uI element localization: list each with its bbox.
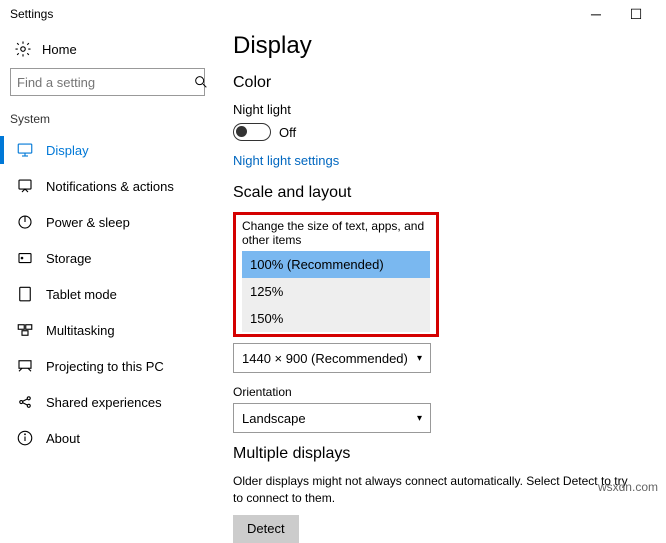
resolution-value: 1440 × 900 (Recommended) <box>242 351 408 366</box>
sidebar-item-label: About <box>46 431 80 446</box>
sidebar: Home System Display Notifications & acti… <box>0 28 215 500</box>
shared-icon <box>16 393 34 411</box>
sidebar-section-label: System <box>10 112 205 126</box>
page-title: Display <box>233 32 636 60</box>
watermark: wsxdn.com <box>598 480 658 494</box>
night-light-toggle[interactable] <box>233 123 271 141</box>
scale-option-150[interactable]: 150% <box>242 305 430 332</box>
search-field[interactable] <box>17 75 193 90</box>
sidebar-item-notifications[interactable]: Notifications & actions <box>10 168 205 204</box>
sidebar-item-label: Multitasking <box>46 323 115 338</box>
sidebar-home-label: Home <box>42 42 77 57</box>
content-panel: Display Color Night light Off Night ligh… <box>215 28 666 500</box>
sidebar-item-label: Shared experiences <box>46 395 162 410</box>
scale-option-100[interactable]: 100% (Recommended) <box>242 251 430 278</box>
sidebar-item-label: Projecting to this PC <box>46 359 164 374</box>
sidebar-item-tablet[interactable]: Tablet mode <box>10 276 205 312</box>
scale-label: Change the size of text, apps, and other… <box>242 219 430 247</box>
toggle-state-label: Off <box>279 125 296 140</box>
sidebar-item-projecting[interactable]: Projecting to this PC <box>10 348 205 384</box>
chevron-down-icon: ▾ <box>417 353 422 364</box>
multiple-displays-heading: Multiple displays <box>233 445 636 463</box>
resolution-select[interactable]: 1440 × 900 (Recommended) ▾ <box>233 343 431 373</box>
sidebar-home[interactable]: Home <box>10 34 205 68</box>
sidebar-item-label: Notifications & actions <box>46 179 174 194</box>
night-light-label: Night light <box>233 102 636 117</box>
night-light-settings-link[interactable]: Night light settings <box>233 153 339 168</box>
scale-dropdown-open[interactable]: 100% (Recommended) 125% 150% <box>242 251 430 332</box>
color-heading: Color <box>233 74 636 92</box>
tablet-icon <box>16 285 34 303</box>
about-icon <box>16 429 34 447</box>
maximize-button[interactable]: ☐ <box>616 3 656 25</box>
search-icon <box>193 74 209 90</box>
power-icon <box>16 213 34 231</box>
gear-icon <box>14 40 32 58</box>
chevron-down-icon: ▾ <box>417 413 422 424</box>
search-input[interactable] <box>10 68 205 96</box>
sidebar-item-storage[interactable]: Storage <box>10 240 205 276</box>
storage-icon <box>16 249 34 267</box>
sidebar-item-display[interactable]: Display <box>10 132 205 168</box>
projecting-icon <box>16 357 34 375</box>
highlight-annotation: Change the size of text, apps, and other… <box>233 212 439 337</box>
sidebar-item-label: Display <box>46 143 89 158</box>
orientation-value: Landscape <box>242 411 306 426</box>
sidebar-item-label: Tablet mode <box>46 287 117 302</box>
sidebar-item-power[interactable]: Power & sleep <box>10 204 205 240</box>
display-icon <box>16 141 34 159</box>
sidebar-item-shared[interactable]: Shared experiences <box>10 384 205 420</box>
minimize-button[interactable]: ─ <box>576 3 616 25</box>
sidebar-item-label: Power & sleep <box>46 215 130 230</box>
orientation-label: Orientation <box>233 385 636 399</box>
sidebar-item-multitasking[interactable]: Multitasking <box>10 312 205 348</box>
multiple-displays-desc: Older displays might not always connect … <box>233 473 636 507</box>
sidebar-item-about[interactable]: About <box>10 420 205 456</box>
window-title: Settings <box>10 7 576 21</box>
sidebar-item-label: Storage <box>46 251 92 266</box>
titlebar: Settings ─ ☐ <box>0 0 666 28</box>
notifications-icon <box>16 177 34 195</box>
multitasking-icon <box>16 321 34 339</box>
scale-heading: Scale and layout <box>233 184 636 202</box>
detect-button[interactable]: Detect <box>233 515 299 543</box>
scale-option-125[interactable]: 125% <box>242 278 430 305</box>
orientation-select[interactable]: Landscape ▾ <box>233 403 431 433</box>
